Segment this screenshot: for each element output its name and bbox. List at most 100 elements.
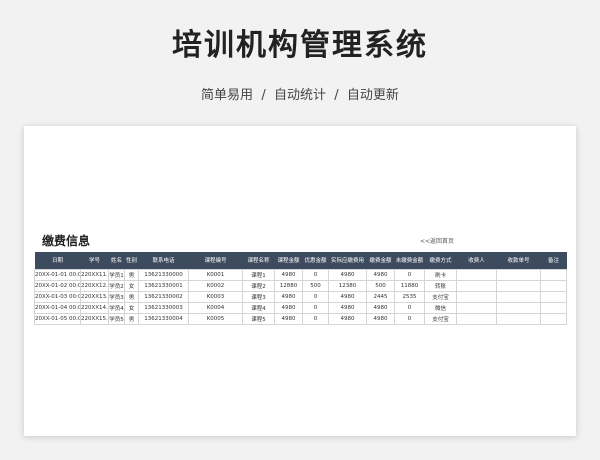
table-cell[interactable]: 0	[394, 268, 425, 281]
table-cell[interactable]: 220XX14.0	[80, 301, 109, 314]
column-header: 性别	[125, 258, 137, 265]
column-header: 学号	[88, 258, 100, 265]
table-cell[interactable]: 男	[124, 312, 139, 325]
table-cell[interactable]: 学员4	[108, 301, 125, 314]
table-cell[interactable]: 4980	[328, 312, 367, 325]
table-cell[interactable]: 4980	[328, 290, 367, 303]
table-row: 20XX-01-02 00:00 220XX12.0 学员2 女 13621330001…	[34, 279, 567, 292]
table-cell[interactable]: 0	[302, 301, 329, 314]
table-cell[interactable]: 微信	[424, 301, 457, 314]
table-cell[interactable]: 课程4	[242, 301, 275, 314]
table-cell[interactable]: 4980	[274, 312, 303, 325]
table-cell[interactable]: 男	[124, 268, 139, 281]
column-header: 课程名称	[247, 258, 270, 265]
table-cell[interactable]: K0003	[188, 290, 243, 303]
table-cell[interactable]: 女	[124, 301, 139, 314]
column-header: 课程编号	[204, 258, 227, 265]
table-cell[interactable]: 支付宝	[424, 290, 457, 303]
table-cell[interactable]: 4980	[366, 312, 395, 325]
table-cell[interactable]: 13621330000	[138, 268, 189, 281]
table-cell[interactable]: 支付宝	[424, 312, 457, 325]
table-cell[interactable]: 0	[302, 290, 329, 303]
table-cell[interactable]: 学员1	[108, 268, 125, 281]
table-cell[interactable]: 12880	[274, 279, 303, 292]
column-header: 实际应缴费用	[330, 258, 364, 265]
table-cell[interactable]	[456, 301, 497, 314]
table-cell[interactable]: 2445	[366, 290, 395, 303]
table-cell[interactable]: K0004	[188, 301, 243, 314]
column-header: 缴费金额	[369, 258, 392, 265]
table-cell[interactable]: 12380	[328, 279, 367, 292]
table-cell[interactable]	[540, 290, 567, 303]
table-header-row: 日期 学号 姓名 性别 联系电话 课程编号 课程名称 课程金额 优惠金额 实际应…	[34, 252, 567, 269]
table-cell[interactable]: K0002	[188, 279, 243, 292]
table-cell[interactable]	[496, 279, 541, 292]
table-cell[interactable]: 0	[394, 301, 425, 314]
table-cell[interactable]	[456, 312, 497, 325]
table-cell[interactable]: 2535	[394, 290, 425, 303]
spreadsheet-card: 缴费信息 <<返回首页 日期 学号 姓名 性别 联系电话 课程编号 课程名称 课…	[24, 126, 576, 436]
table-cell[interactable]	[540, 279, 567, 292]
table-cell[interactable]: 220XX15.0	[80, 312, 109, 325]
page-subtitle: 简单易用 / 自动统计 / 自动更新	[0, 84, 600, 103]
table-row: 20XX-01-04 00:00 220XX14.0 学员4 女 13621330003…	[34, 301, 567, 314]
table-cell[interactable]: 0	[302, 268, 329, 281]
table-cell[interactable]: 20XX-01-03 00:00	[34, 290, 81, 303]
table-cell[interactable]: 20XX-01-05 00:00	[34, 312, 81, 325]
table-cell[interactable]: 4980	[328, 268, 367, 281]
table-cell[interactable]: 4980	[328, 301, 367, 314]
table-cell[interactable]	[496, 290, 541, 303]
table-cell[interactable]: 220XX13.0	[80, 290, 109, 303]
table-cell[interactable]: 课程2	[242, 279, 275, 292]
table-cell[interactable]: 500	[302, 279, 329, 292]
table-cell[interactable]: K0001	[188, 268, 243, 281]
table-cell[interactable]	[540, 312, 567, 325]
payment-table: 日期 学号 姓名 性别 联系电话 课程编号 课程名称 课程金额 优惠金额 实际应…	[34, 252, 567, 325]
table-cell[interactable]: 4980	[274, 301, 303, 314]
page-title: 培训机构管理系统	[172, 28, 428, 63]
table-cell[interactable]: 课程5	[242, 312, 275, 325]
table-cell[interactable]: 转账	[424, 279, 457, 292]
table-cell[interactable]: 13621330004	[138, 312, 189, 325]
table-cell[interactable]: 20XX-01-04 00:00	[34, 301, 81, 314]
table-cell[interactable]	[540, 268, 567, 281]
table-cell[interactable]	[456, 290, 497, 303]
table-cell[interactable]: 220XX11.0	[80, 268, 109, 281]
table-cell[interactable]: 20XX-01-01 00:00	[34, 268, 81, 281]
back-home-link[interactable]: <<返回首页	[420, 236, 454, 245]
table-cell[interactable]	[496, 312, 541, 325]
table-cell[interactable]: 男	[124, 290, 139, 303]
table-cell[interactable]: 13621330001	[138, 279, 189, 292]
table-cell[interactable]: 0	[302, 312, 329, 325]
table-cell[interactable]: 学员2	[108, 279, 125, 292]
column-header: 优惠金额	[304, 258, 327, 265]
table-cell[interactable]: 4980	[274, 268, 303, 281]
table-cell[interactable]: 课程3	[242, 290, 275, 303]
table-cell[interactable]	[496, 301, 541, 314]
table-cell[interactable]: 13621330003	[138, 301, 189, 314]
table-cell[interactable]: 500	[366, 279, 395, 292]
table-cell[interactable]	[456, 268, 497, 281]
table-cell[interactable]: 刷卡	[424, 268, 457, 281]
section-title: 缴费信息	[42, 234, 91, 248]
table-cell[interactable]	[496, 268, 541, 281]
table-cell[interactable]: 女	[124, 279, 139, 292]
table-cell[interactable]: 4980	[274, 290, 303, 303]
subtitle-item: 自动统计	[273, 88, 326, 103]
subtitle-separator: /	[334, 88, 339, 103]
table-cell[interactable]: 学员5	[108, 312, 125, 325]
table-cell[interactable]: 4980	[366, 268, 395, 281]
table-cell[interactable]: 4980	[366, 301, 395, 314]
table-cell[interactable]: 20XX-01-02 00:00	[34, 279, 81, 292]
table-cell[interactable]	[456, 279, 497, 292]
table-cell[interactable]	[540, 301, 567, 314]
table-cell[interactable]: 课程1	[242, 268, 275, 281]
table-cell[interactable]: 13621330002	[138, 290, 189, 303]
table-cell[interactable]: 学员3	[108, 290, 125, 303]
table-cell[interactable]: 11880	[394, 279, 425, 292]
table-cell[interactable]: K0005	[188, 312, 243, 325]
column-header: 缴费方式	[429, 258, 452, 265]
column-header: 课程金额	[277, 258, 300, 265]
table-cell[interactable]: 220XX12.0	[80, 279, 109, 292]
table-cell[interactable]: 0	[394, 312, 425, 325]
